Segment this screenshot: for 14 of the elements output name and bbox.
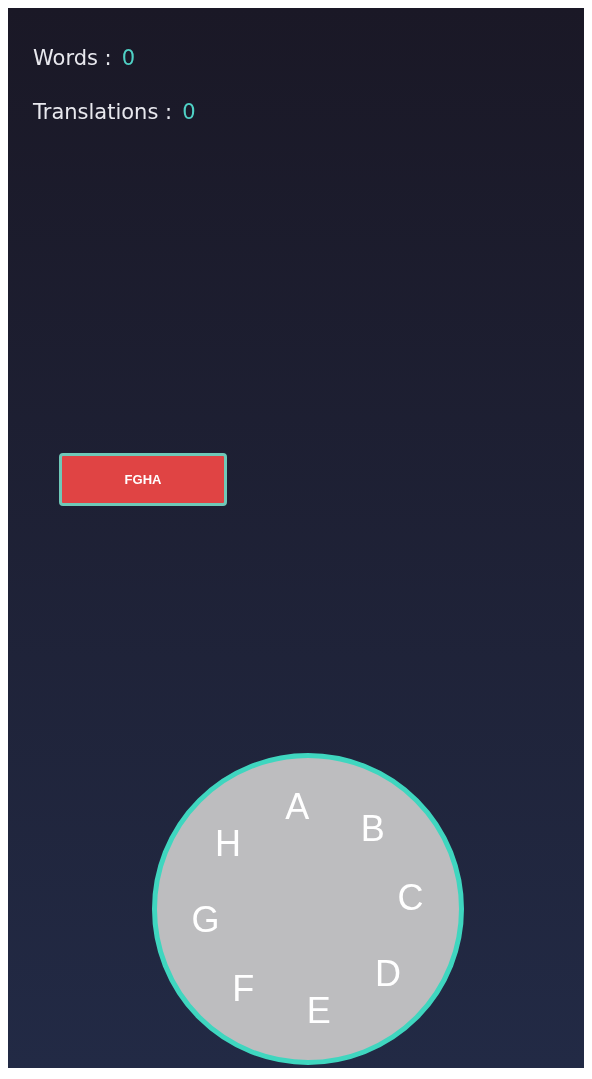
stat-value: 0 (182, 100, 196, 124)
wheel-letter[interactable]: G (191, 901, 220, 938)
wheel-letter[interactable]: A (285, 788, 310, 825)
word-button[interactable]: FGHA (59, 453, 227, 506)
wheel-letter[interactable]: H (214, 826, 241, 863)
stat-value: 0 (121, 46, 136, 70)
wheel-letter[interactable]: F (232, 971, 255, 1008)
wheel-letter[interactable]: C (397, 880, 424, 917)
wheel-letter[interactable]: B (360, 810, 385, 847)
wheel-letter[interactable]: E (306, 993, 331, 1030)
wheel-letter[interactable]: D (375, 955, 402, 992)
letter-wheel[interactable]: H A B G C F E D (152, 753, 464, 1065)
stat-label: Translations : (33, 100, 173, 124)
stat-label: Words : (33, 46, 112, 70)
